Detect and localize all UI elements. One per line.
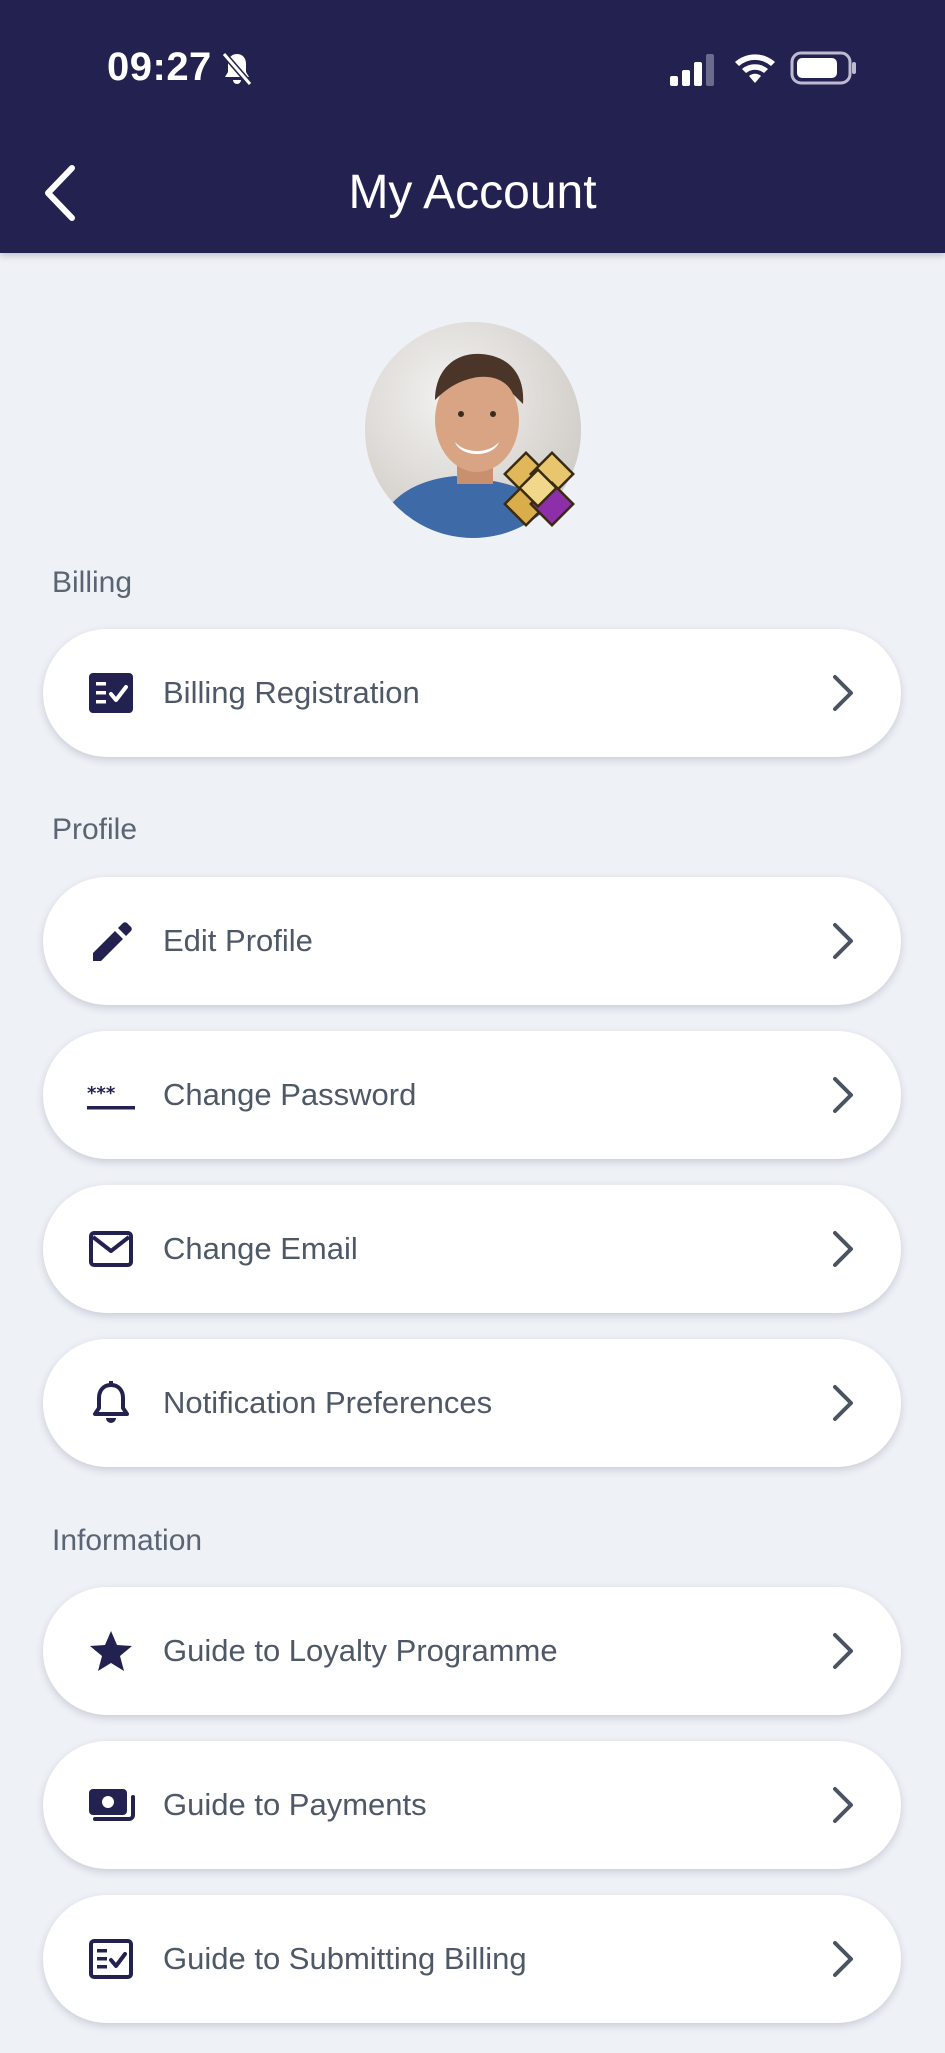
money-icon — [89, 1789, 135, 1821]
guide-submitting-billing-button[interactable]: Guide to Submitting Billing — [43, 1895, 901, 2023]
chevron-right-icon — [833, 1077, 853, 1113]
pencil-icon — [93, 922, 132, 961]
row-label: Change Password — [163, 1077, 417, 1112]
chevron-right-icon — [833, 675, 853, 711]
guide-payments-button[interactable]: Guide to Payments — [43, 1741, 901, 1869]
checklist-icon — [89, 673, 133, 713]
row-label: Notification Preferences — [163, 1385, 493, 1420]
row-label: Guide to Loyalty Programme — [163, 1633, 558, 1668]
page-title: My Account — [348, 166, 597, 219]
section-label-information: Information — [52, 1524, 203, 1557]
password-icon: *** — [87, 1083, 135, 1110]
change-email-button[interactable]: Change Email — [43, 1185, 901, 1313]
chevron-right-icon — [833, 1385, 853, 1421]
change-password-button[interactable]: *** Change Password — [43, 1031, 901, 1159]
chevron-right-icon — [833, 1633, 853, 1669]
app-header: 09:27 My Account — [0, 0, 945, 253]
battery-icon — [790, 51, 856, 85]
signal-icon — [670, 54, 714, 86]
edit-profile-button[interactable]: Edit Profile — [43, 877, 901, 1005]
notification-preferences-button[interactable]: Notification Preferences — [43, 1339, 901, 1467]
row-label: Change Email — [163, 1231, 358, 1266]
chevron-right-icon — [833, 1941, 853, 1977]
guide-loyalty-programme-button[interactable]: Guide to Loyalty Programme — [43, 1587, 901, 1715]
bell-off-icon — [221, 52, 253, 86]
row-label: Guide to Submitting Billing — [163, 1941, 527, 1976]
checklist-outline-icon — [89, 1939, 133, 1979]
wifi-icon — [735, 54, 775, 83]
status-time: 09:27 — [107, 45, 212, 89]
svg-text:***: *** — [87, 1083, 116, 1104]
bell-icon — [93, 1381, 129, 1423]
loyalty-badge-icon — [503, 451, 575, 527]
profile-avatar-wrapper[interactable] — [365, 322, 581, 538]
row-label: Edit Profile — [163, 923, 313, 958]
billing-registration-button[interactable]: Billing Registration — [43, 629, 901, 757]
row-label: Billing Registration — [163, 675, 420, 710]
envelope-icon — [89, 1231, 133, 1267]
star-icon — [90, 1631, 132, 1671]
section-label-billing: Billing — [52, 566, 133, 599]
row-label: Guide to Payments — [163, 1787, 427, 1822]
chevron-right-icon — [833, 923, 853, 959]
section-label-profile: Profile — [52, 813, 138, 846]
chevron-right-icon — [833, 1787, 853, 1823]
chevron-right-icon — [833, 1231, 853, 1267]
